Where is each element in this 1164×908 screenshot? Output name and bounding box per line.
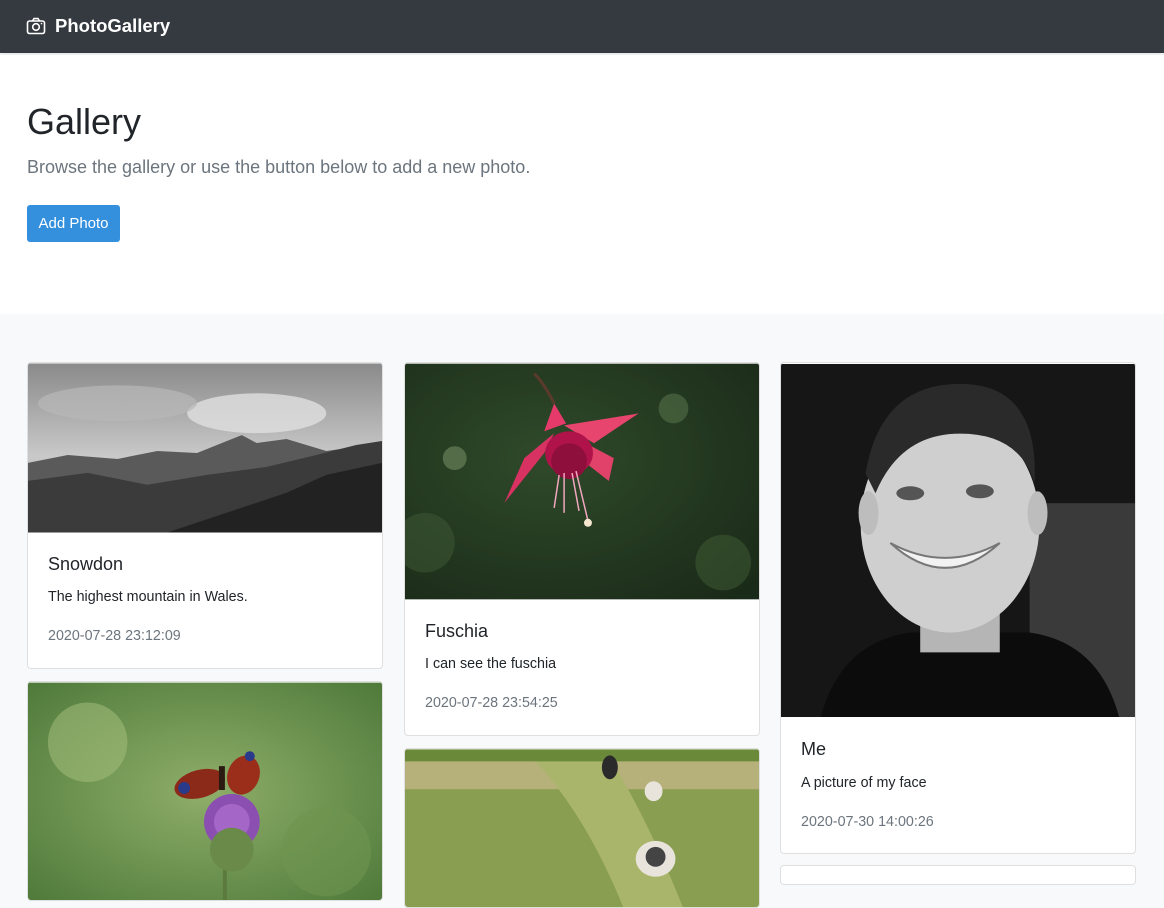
page-header (0, 55, 1164, 314)
photo-card[interactable]: Snowdon The highest mountain in Wales. 2… (27, 362, 383, 669)
photo-date: 2020-07-28 23:12:09 (48, 628, 181, 644)
photo-description: A picture of my face (801, 775, 927, 791)
brand-link[interactable]: PhotoGallery (26, 14, 170, 38)
photo-description: The highest mountain in Wales. (48, 589, 248, 605)
photo-description: I can see the fuschia (425, 656, 557, 672)
photo-image (28, 363, 382, 533)
photo-image (28, 682, 382, 900)
photo-image (405, 363, 759, 600)
camera-icon (26, 17, 46, 35)
photo-card[interactable] (404, 748, 760, 908)
photo-image (781, 363, 1135, 718)
page-lead: Browse the gallery or use the button bel… (27, 157, 531, 177)
photo-card[interactable]: Fuschia I can see the fuschia 2020-07-28… (404, 362, 760, 736)
photo-date: 2020-07-30 14:00:26 (801, 814, 934, 830)
photo-title: Me (801, 739, 827, 759)
photo-image (405, 749, 759, 907)
page-title: Gallery (27, 101, 142, 142)
photo-title: Fuschia (425, 621, 489, 641)
photo-card[interactable] (27, 681, 383, 901)
photo-title: Snowdon (48, 554, 124, 574)
brand-text: PhotoGallery (55, 15, 171, 36)
photo-card[interactable]: Me A picture of my face 2020-07-30 14:00… (780, 362, 1136, 854)
navbar: PhotoGallery (0, 0, 1164, 53)
photo-card[interactable] (780, 865, 1136, 885)
photo-date: 2020-07-28 23:54:25 (425, 695, 558, 711)
add-photo-button[interactable]: Add Photo (27, 205, 120, 242)
